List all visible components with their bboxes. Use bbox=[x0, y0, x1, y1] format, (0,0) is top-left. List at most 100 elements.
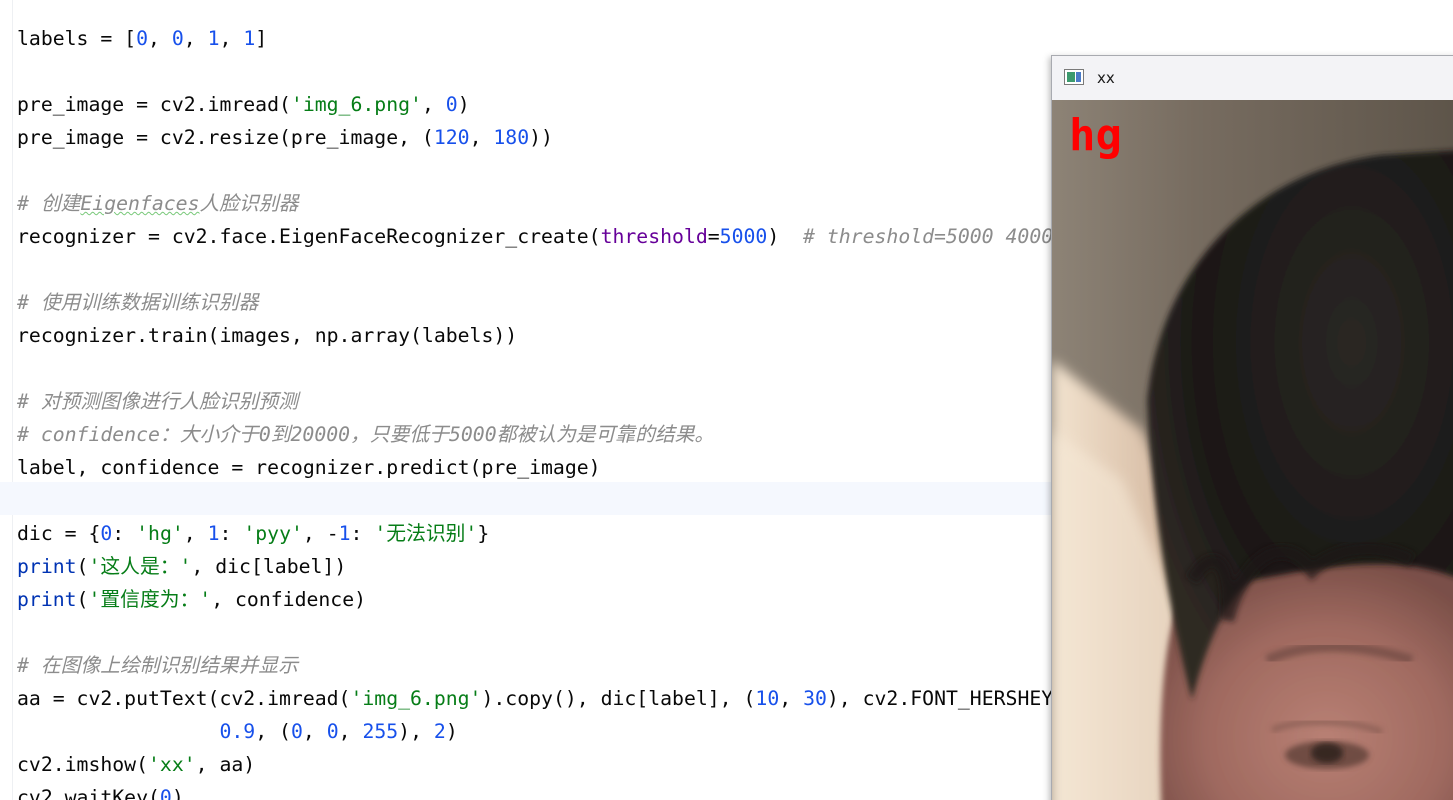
code-comment: # 创建 bbox=[17, 192, 81, 215]
window-app-icon bbox=[1064, 69, 1084, 85]
code-token: labels = [ bbox=[17, 27, 137, 50]
code-token: recognizer.train(images, np.array(labels… bbox=[17, 324, 518, 347]
code-token: , bbox=[219, 27, 244, 50]
code-line[interactable]: # 对预测图像进行人脸识别预测 bbox=[17, 385, 298, 418]
recognition-label: hg bbox=[1069, 110, 1122, 161]
code-token: 30 bbox=[803, 687, 827, 710]
code-line[interactable]: dic = {0: 'hg', 1: 'pyy', -1: '无法识别'} bbox=[17, 517, 489, 550]
code-token: , aa) bbox=[195, 753, 256, 776]
code-token: dic = { bbox=[17, 522, 101, 545]
code-token: ) bbox=[767, 225, 804, 248]
code-line[interactable]: recognizer = cv2.face.EigenFaceRecognize… bbox=[17, 220, 1053, 253]
code-token: , bbox=[302, 720, 327, 743]
image-window[interactable]: xx hg bbox=[1051, 55, 1453, 800]
code-token: 180 bbox=[493, 126, 530, 149]
code-comment: # 在图像上绘制识别结果并显示 bbox=[17, 654, 298, 677]
code-line[interactable]: recognizer.train(images, np.array(labels… bbox=[17, 319, 517, 352]
code-token: 1 bbox=[207, 27, 220, 50]
code-token: cv2.waitKey( bbox=[17, 786, 160, 800]
code-token: ( bbox=[76, 588, 89, 611]
code-line[interactable]: pre_image = cv2.imread('img_6.png', 0) bbox=[17, 88, 470, 121]
code-line[interactable]: pre_image = cv2.resize(pre_image, (120, … bbox=[17, 121, 553, 154]
code-token: ] bbox=[255, 27, 268, 50]
window-title: xx bbox=[1097, 69, 1115, 87]
code-token: , dic[label]) bbox=[191, 555, 347, 578]
code-token: 0 bbox=[159, 786, 172, 800]
face-photo bbox=[1052, 100, 1453, 800]
code-line[interactable]: cv2.waitKey(0) bbox=[17, 781, 184, 800]
code-token: } bbox=[477, 522, 490, 545]
code-token: : bbox=[112, 522, 137, 545]
code-token: aa = cv2.putText(cv2.imread( bbox=[17, 687, 351, 710]
code-token: , bbox=[469, 126, 494, 149]
code-token: , ( bbox=[255, 720, 291, 743]
code-token: ), cv2.FONT_HERSHEY bbox=[826, 687, 1054, 710]
code-token: 'img_6.png' bbox=[350, 687, 482, 710]
code-comment: 人脸识别器 bbox=[199, 192, 299, 215]
code-line[interactable]: labels = [0, 0, 1, 1] bbox=[17, 22, 267, 55]
code-token: print bbox=[17, 588, 77, 611]
code-token: , bbox=[183, 27, 208, 50]
code-token: , bbox=[779, 687, 804, 710]
code-line[interactable]: print('置信度为：', confidence) bbox=[17, 583, 366, 616]
code-token: 0 bbox=[171, 27, 184, 50]
code-token: threshold bbox=[600, 225, 708, 248]
code-token: 255 bbox=[362, 720, 399, 743]
code-token: 5000 bbox=[719, 225, 768, 248]
code-token: , bbox=[421, 93, 446, 116]
code-line[interactable]: 0.9, (0, 0, 255), 2) bbox=[17, 715, 458, 748]
code-comment: # 使用训练数据训练识别器 bbox=[17, 291, 259, 314]
code-comment: Eigenfaces bbox=[80, 192, 200, 215]
code-token: : bbox=[350, 522, 375, 545]
code-line[interactable]: # 创建Eigenfaces人脸识别器 bbox=[17, 187, 298, 220]
code-token: 120 bbox=[433, 126, 470, 149]
code-token: , bbox=[183, 522, 208, 545]
code-token: 0 bbox=[290, 720, 303, 743]
code-line[interactable]: print('这人是：', dic[label]) bbox=[17, 550, 346, 583]
code-token: 1 bbox=[207, 522, 220, 545]
code-token: 'pyy' bbox=[243, 522, 303, 545]
code-token: ( bbox=[76, 555, 89, 578]
code-line[interactable]: # 在图像上绘制识别结果并显示 bbox=[17, 649, 298, 682]
code-token: ) bbox=[445, 720, 458, 743]
code-token: 'img_6.png' bbox=[290, 93, 422, 116]
code-token: 2 bbox=[433, 720, 446, 743]
code-token: 0 bbox=[100, 522, 113, 545]
code-token: 0 bbox=[326, 720, 339, 743]
code-token: 0.9 bbox=[219, 720, 256, 743]
code-line[interactable]: # confidence：大小介于0到20000，只要低于5000都被认为是可靠… bbox=[17, 418, 714, 451]
code-token: ), bbox=[398, 720, 434, 743]
code-token: recognizer = cv2.face.EigenFaceRecognize… bbox=[17, 225, 601, 248]
code-token: ).copy(), dic[label], ( bbox=[481, 687, 756, 710]
code-line[interactable]: # 使用训练数据训练识别器 bbox=[17, 286, 258, 319]
code-token: 0 bbox=[445, 93, 458, 116]
code-token: pre_image = cv2.imread( bbox=[17, 93, 291, 116]
code-token: 'hg' bbox=[136, 522, 184, 545]
code-line[interactable]: cv2.imshow('xx', aa) bbox=[17, 748, 255, 781]
code-token: pre_image = cv2.resize(pre_image, ( bbox=[17, 126, 434, 149]
displayed-image: hg bbox=[1052, 100, 1453, 800]
code-token: , confidence) bbox=[211, 588, 367, 611]
code-comment: # 对预测图像进行人脸识别预测 bbox=[17, 390, 298, 413]
code-token: 0 bbox=[136, 27, 149, 50]
code-token: print bbox=[17, 555, 77, 578]
code-comment: # confidence：大小介于0到20000，只要低于5000都被认为是可靠… bbox=[17, 423, 715, 446]
code-token: '这人是：' bbox=[88, 555, 192, 578]
code-token: 'xx' bbox=[148, 753, 196, 776]
code-token: 10 bbox=[755, 687, 780, 710]
code-token: )) bbox=[529, 126, 553, 149]
code-token: '无法识别' bbox=[374, 522, 478, 545]
code-token: cv2.imshow( bbox=[17, 753, 149, 776]
code-token: : bbox=[219, 522, 244, 545]
code-token: '置信度为：' bbox=[88, 588, 212, 611]
code-token: , bbox=[338, 720, 363, 743]
code-line[interactable]: aa = cv2.putText(cv2.imread('img_6.png')… bbox=[17, 682, 1053, 715]
code-token: = bbox=[707, 225, 720, 248]
code-line[interactable]: label, confidence = recognizer.predict(p… bbox=[17, 451, 601, 484]
code-token: 1 bbox=[243, 27, 256, 50]
window-titlebar[interactable]: xx bbox=[1052, 56, 1453, 100]
code-comment: # threshold=5000 4000 bbox=[803, 225, 1054, 248]
code-token: , - bbox=[302, 522, 339, 545]
code-token: ) bbox=[171, 786, 184, 800]
